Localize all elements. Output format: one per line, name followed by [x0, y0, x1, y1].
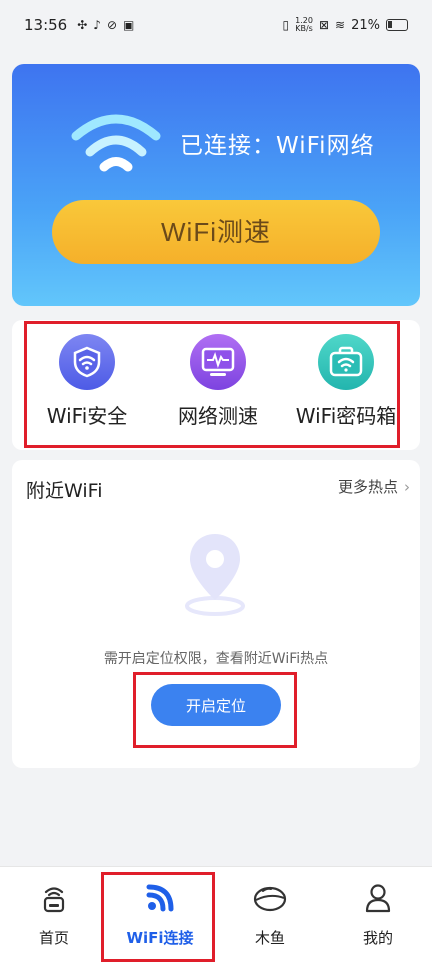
nav-label: WiFi连接 — [126, 929, 194, 947]
no-sim-icon: ⊠ — [318, 18, 330, 32]
wifi-feed-icon — [143, 881, 177, 915]
wifi-icon — [71, 114, 161, 172]
battery-percent: 21% — [351, 17, 380, 33]
nearby-title: 附近WiFi — [26, 480, 103, 502]
chevron-right-icon: › — [404, 478, 410, 496]
nav-label: 首页 — [38, 929, 69, 947]
app-notification-icon: ✣ — [77, 18, 88, 32]
tool-wifi-password-box[interactable]: WiFi密码箱 — [281, 334, 411, 429]
nav-wifi-connect[interactable]: WiFi连接 — [110, 881, 210, 948]
user-icon — [361, 881, 395, 915]
wifi-speed-test-button[interactable]: WiFi测速 — [52, 200, 380, 264]
home-router-icon — [37, 881, 71, 915]
net-speed: 1.20 KB/s — [295, 17, 313, 33]
monitor-pulse-icon — [190, 334, 246, 390]
bottom-nav: 首页 WiFi连接 木鱼 我的 — [0, 866, 432, 964]
wooden-fish-icon — [253, 881, 287, 915]
nearby-wifi-card: 附近WiFi 更多热点 › 需开启定位权限，查看附近WiFi热点 开启定位 — [12, 460, 420, 768]
nav-home[interactable]: 首页 — [4, 881, 104, 948]
location-permission-hint: 需开启定位权限，查看附近WiFi热点 — [103, 651, 329, 667]
vibrate-icon: ▯ — [282, 18, 290, 32]
wifi-status-card: 已连接：WiFi网络 WiFi测速 — [12, 64, 420, 306]
more-hotspots-label: 更多热点 — [337, 478, 398, 496]
shield-wifi-icon — [59, 334, 115, 390]
music-app-icon: ♪ — [93, 18, 101, 32]
nav-profile[interactable]: 我的 — [328, 881, 428, 948]
password-box-icon — [318, 334, 374, 390]
wifi-signal-icon: ≋ — [335, 18, 346, 32]
net-speed-unit: KB/s — [295, 24, 313, 33]
more-hotspots-link[interactable]: 更多热点 › — [338, 476, 410, 497]
tool-network-speed[interactable]: 网络测速 — [153, 334, 283, 429]
tool-label: WiFi密码箱 — [295, 404, 397, 428]
tool-label: WiFi安全 — [46, 404, 128, 428]
link-app-icon: ⊘ — [106, 18, 118, 32]
nav-label: 我的 — [362, 929, 393, 947]
inbox-app-icon: ▣ — [123, 18, 135, 32]
tool-wifi-security[interactable]: WiFi安全 — [22, 334, 152, 429]
status-bar: 13:56 ✣ ♪ ⊘ ▣ ▯ 1.20 KB/s ⊠ ≋ 21% — [0, 0, 432, 50]
enable-location-button[interactable]: 开启定位 — [151, 684, 281, 726]
battery-icon — [386, 19, 408, 31]
connection-status: 已连接：WiFi网络 — [180, 133, 375, 159]
status-time: 13:56 — [24, 16, 68, 34]
nav-label: 木鱼 — [254, 929, 285, 947]
location-pin-icon — [185, 534, 245, 616]
tool-label: 网络测速 — [178, 404, 258, 428]
nav-wooden-fish[interactable]: 木鱼 — [220, 881, 320, 948]
tools-card: WiFi安全 网络测速 WiFi密码箱 — [12, 320, 420, 450]
